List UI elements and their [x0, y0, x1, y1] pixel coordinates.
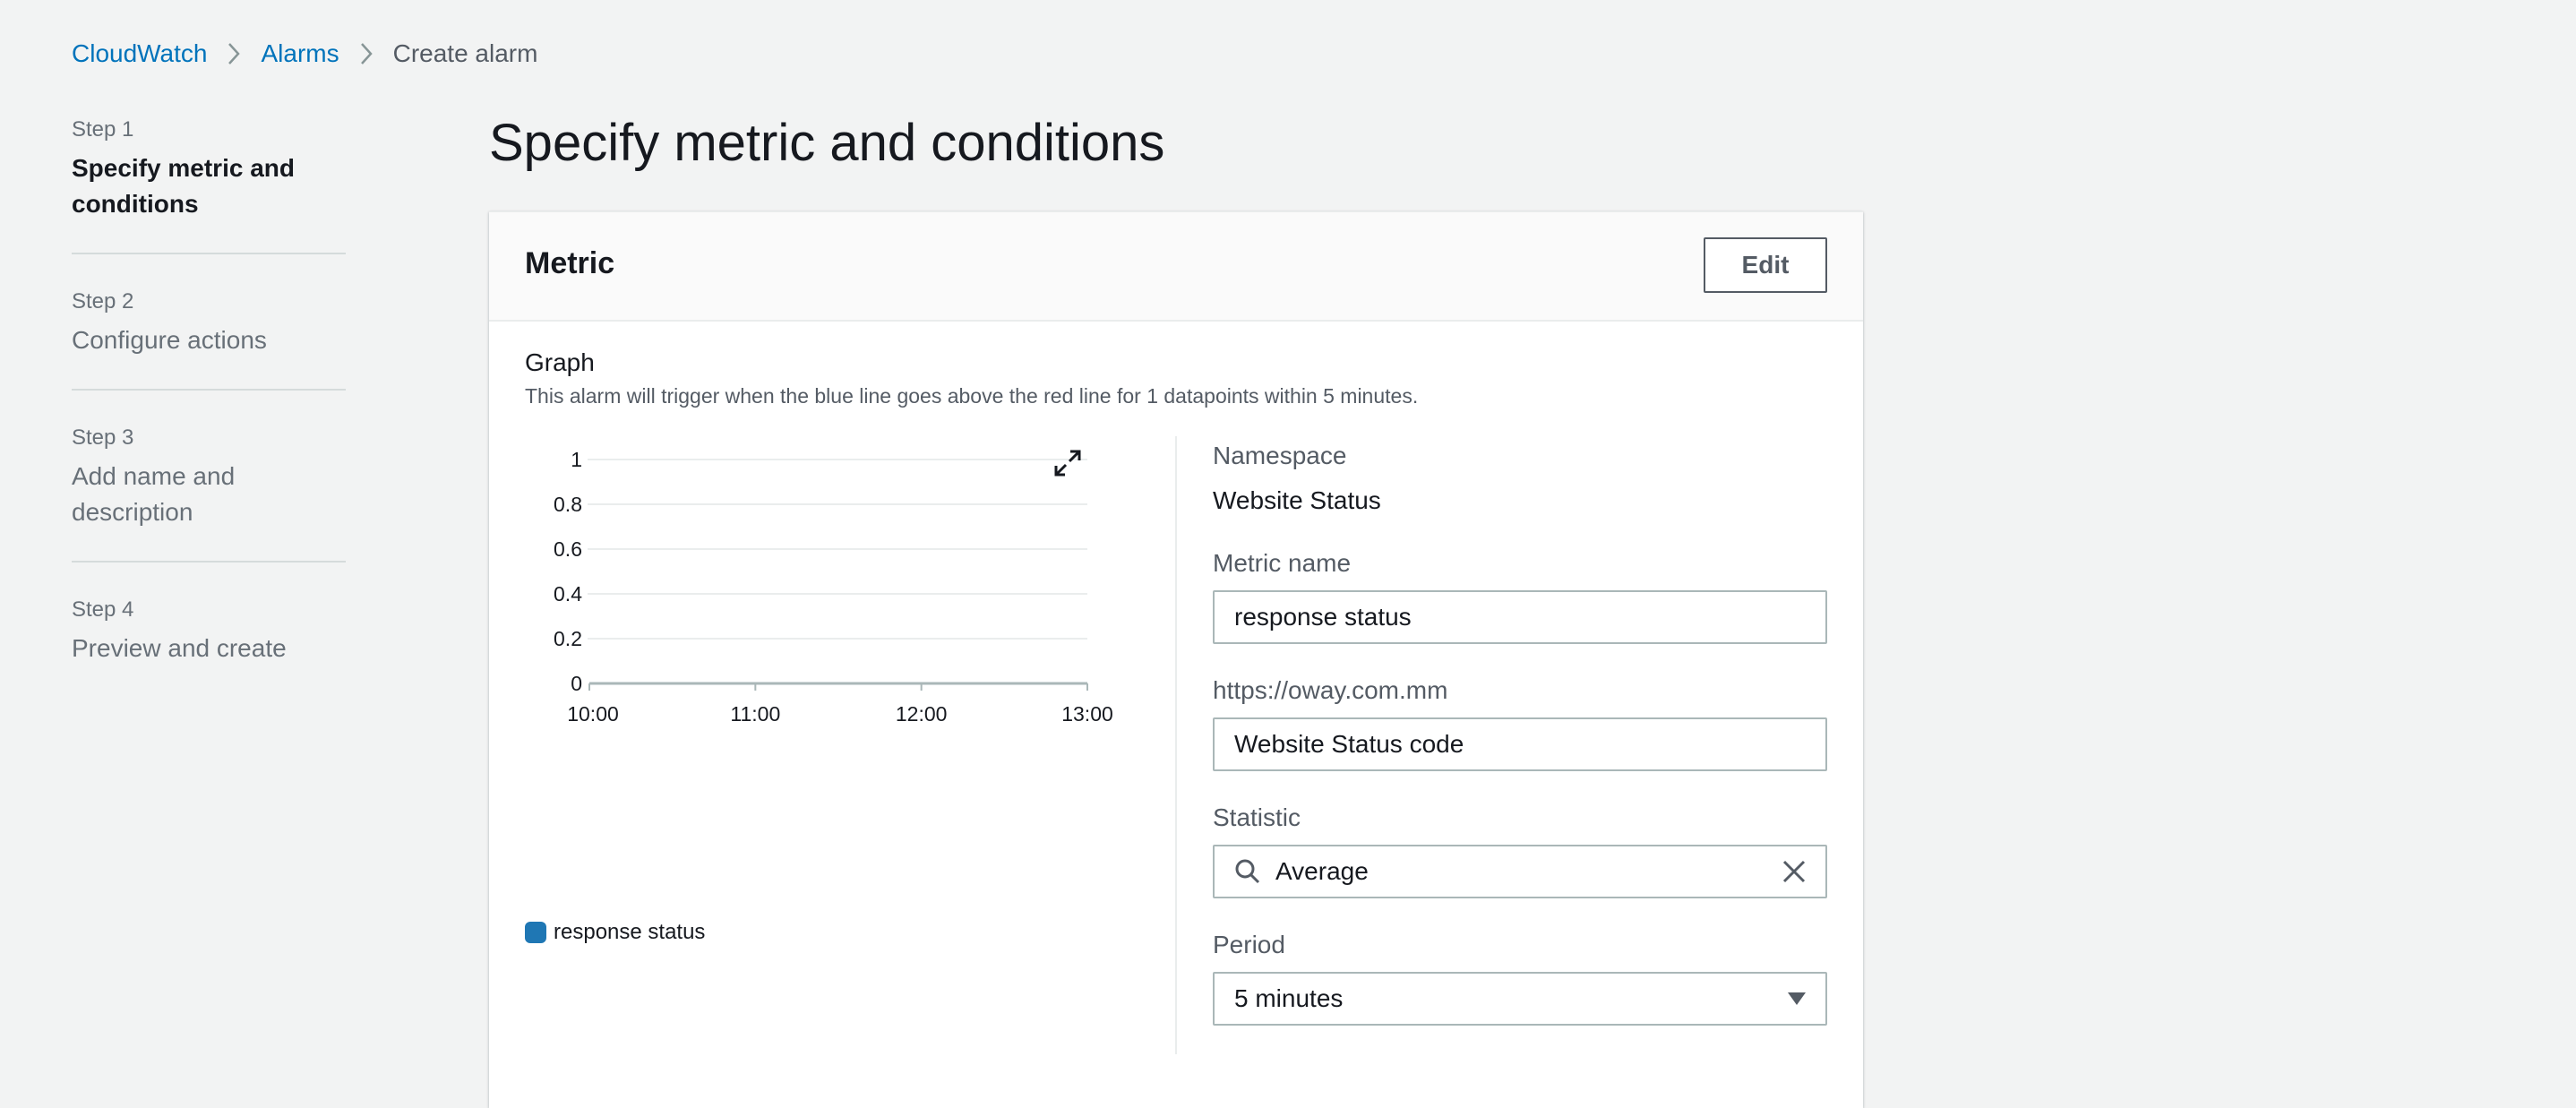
x-tick-label: 12:00 [896, 702, 948, 726]
wizard-steps: Step 1 Specify metric and conditions Ste… [72, 115, 346, 729]
legend-label: response status [554, 920, 706, 944]
step-2: Step 2 Configure actions [72, 287, 346, 391]
graph-description: This alarm will trigger when the blue li… [525, 384, 1419, 408]
statistic-label: Statistic [1213, 803, 1301, 831]
namespace-field: Namespace Website Status [1213, 440, 1827, 517]
y-tick-label: 0.2 [554, 627, 582, 650]
statistic-input[interactable]: Average [1213, 845, 1827, 898]
period-select[interactable]: 5 minutes [1213, 972, 1827, 1026]
namespace-label: Namespace [1213, 442, 1347, 469]
dimension-label: https://oway.com.mm [1213, 676, 1448, 704]
y-tick-label: 1 [571, 448, 582, 471]
chart-legend: response status [525, 920, 705, 945]
step-number: Step 4 [72, 597, 134, 622]
y-tick-label: 0 [571, 672, 582, 695]
caret-down-icon [1786, 991, 1807, 1007]
page-title: Specify metric and conditions [489, 114, 1165, 172]
breadcrumb-cloudwatch-link[interactable]: CloudWatch [72, 39, 207, 68]
period-label: Period [1213, 931, 1285, 958]
y-tick-label: 0.8 [554, 493, 582, 516]
panel-header: Metric Edit [489, 212, 1863, 322]
step-title: Preview and create [72, 634, 287, 662]
step-number: Step 3 [72, 425, 134, 450]
search-icon [1234, 858, 1261, 885]
statistic-field: Statistic Average [1213, 802, 1827, 898]
x-tick-label: 13:00 [1061, 702, 1113, 726]
graph-label: Graph [525, 348, 595, 376]
breadcrumb-current: Create alarm [392, 39, 538, 67]
step-4: Step 4 Preview and create [72, 595, 346, 697]
breadcrumb-alarms-link[interactable]: Alarms [261, 39, 339, 68]
dimension-field: https://oway.com.mm Website Status code [1213, 674, 1827, 771]
metric-name-field: Metric name response status [1213, 547, 1827, 644]
column-divider [1175, 436, 1177, 1054]
panel-title: Metric [525, 246, 615, 280]
dimension-input[interactable]: Website Status code [1213, 717, 1827, 771]
step-3: Step 3 Add name and description [72, 423, 346, 563]
edit-button[interactable]: Edit [1704, 237, 1827, 293]
step-number: Step 2 [72, 289, 134, 314]
x-tick-label: 10:00 [567, 702, 619, 726]
breadcrumb: CloudWatch Alarms Create alarm [72, 39, 537, 68]
statistic-value: Average [1275, 857, 1369, 885]
chevron-right-icon [359, 41, 374, 66]
namespace-value: Website Status [1213, 486, 1381, 514]
metric-name-input[interactable]: response status [1213, 590, 1827, 644]
expand-icon[interactable] [1052, 447, 1084, 479]
step-title: Specify metric and conditions [72, 154, 295, 218]
metric-chart: 0 0.2 0.4 0.6 0.8 1 10:00 11:00 12:00 13:00 [554, 448, 1113, 726]
metric-panel: Metric Edit Graph This alarm will trigge… [489, 211, 1863, 1108]
period-field: Period 5 minutes [1213, 929, 1827, 1026]
x-tick-label: 11:00 [730, 702, 780, 726]
step-1[interactable]: Step 1 Specify metric and conditions [72, 115, 346, 254]
chevron-right-icon [227, 41, 241, 66]
period-value: 5 minutes [1234, 984, 1344, 1012]
step-number: Step 1 [72, 117, 134, 142]
metric-name-label: Metric name [1213, 549, 1352, 577]
y-tick-label: 0.4 [554, 582, 582, 606]
y-tick-label: 0.6 [554, 537, 582, 561]
step-title: Configure actions [72, 326, 267, 354]
metric-form: Namespace Website Status Metric name res… [1213, 440, 1827, 1056]
legend-swatch [525, 922, 546, 943]
step-title: Add name and description [72, 462, 236, 526]
clear-icon[interactable] [1781, 858, 1807, 885]
